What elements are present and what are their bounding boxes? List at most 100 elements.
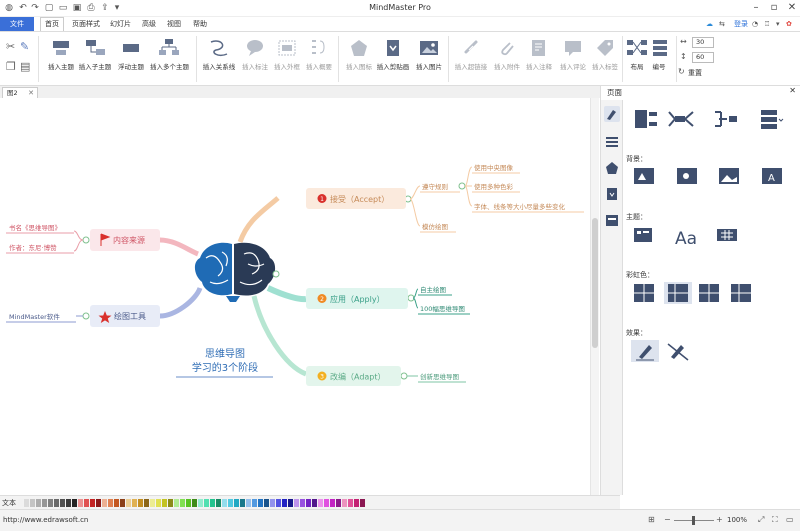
color-swatch[interactable] (306, 499, 311, 507)
color-swatch[interactable] (180, 499, 185, 507)
color-swatch[interactable] (258, 499, 263, 507)
collapse-toggle-rules[interactable] (458, 182, 466, 190)
color-swatch[interactable] (114, 499, 119, 507)
color-swatch[interactable] (84, 499, 89, 507)
numbering-button[interactable]: 编号 (640, 36, 678, 82)
presentation-icon[interactable]: ▭ (786, 515, 794, 524)
color-swatch[interactable] (90, 499, 95, 507)
panel-close-icon[interactable]: ✕ (789, 86, 796, 95)
branch-accept[interactable]: 1 接受（Accept） (306, 188, 406, 209)
color-swatch[interactable] (210, 499, 215, 507)
color-swatch[interactable] (342, 499, 347, 507)
branch-source[interactable]: 内容来源 (90, 229, 160, 251)
relationship-line-button[interactable]: 插入关系线 (200, 36, 238, 82)
close-button[interactable]: ✕ (784, 2, 800, 14)
collapse-toggle-adapt[interactable] (400, 372, 408, 380)
color-swatch[interactable] (126, 499, 131, 507)
color-swatch[interactable] (294, 499, 299, 507)
color-swatch[interactable] (54, 499, 59, 507)
color-swatch[interactable] (264, 499, 269, 507)
zoom-slider-thumb[interactable] (692, 516, 695, 525)
clipart-button[interactable]: 插入剪贴画 (374, 36, 412, 82)
topic-author[interactable]: 作者：东尼·博赞 (9, 243, 57, 252)
fit-page-icon[interactable]: ⊞ (648, 515, 655, 524)
rainbow-option-2[interactable] (664, 282, 692, 304)
color-swatch[interactable] (102, 499, 107, 507)
branch-adapt[interactable]: 3 改编（Adapt） (306, 366, 401, 386)
topic-height-spin[interactable]: 60 (692, 52, 714, 63)
theme-font-option[interactable]: Aa (675, 229, 697, 249)
color-swatch[interactable] (354, 499, 359, 507)
tab-slides[interactable]: 幻灯片 (106, 17, 135, 31)
tab-home[interactable]: 首页 (40, 17, 64, 31)
color-swatch[interactable] (24, 499, 29, 507)
background-text-option[interactable]: A (762, 168, 782, 184)
color-wheel-icon[interactable]: ✿ (786, 19, 792, 29)
color-swatch[interactable] (276, 499, 281, 507)
color-swatch[interactable] (72, 499, 77, 507)
color-swatch[interactable] (48, 499, 53, 507)
color-swatch[interactable] (30, 499, 35, 507)
topic-book-name[interactable]: 书名《思维导图》 (9, 223, 61, 232)
clipart-tab-icon[interactable] (604, 186, 620, 202)
topic-100-maps[interactable]: 100幅思维导图 (420, 304, 465, 313)
insert-subtopic-button[interactable]: 插入子主题 (76, 36, 114, 82)
color-swatch[interactable] (222, 499, 227, 507)
color-swatch[interactable] (186, 499, 191, 507)
color-swatch[interactable] (270, 499, 275, 507)
shirt-icon[interactable]: ♖ (764, 19, 770, 29)
tab-view[interactable]: 视图 (163, 17, 185, 31)
topic-self-drawing[interactable]: 自主绘图 (420, 285, 446, 294)
color-swatch[interactable] (150, 499, 155, 507)
summary-button[interactable]: 插入概要 (300, 36, 338, 82)
insert-multiple-topics-button[interactable]: 插入多个主题 (150, 36, 189, 82)
collapse-toggle-main[interactable] (272, 270, 280, 278)
color-swatch[interactable] (120, 499, 125, 507)
close-tab-icon[interactable]: ✕ (28, 88, 34, 98)
scrollbar-thumb[interactable] (592, 218, 598, 348)
color-swatch[interactable] (18, 499, 23, 507)
brush-icon[interactable]: ✎ (20, 40, 29, 53)
color-swatch[interactable] (132, 499, 137, 507)
color-swatch[interactable] (168, 499, 173, 507)
effect-none-option[interactable] (667, 343, 689, 361)
color-swatch[interactable] (156, 499, 161, 507)
floating-topic-button[interactable]: 浮动主题 (112, 36, 150, 82)
color-swatch[interactable] (174, 499, 179, 507)
color-swatch[interactable] (42, 499, 47, 507)
cloud-icon[interactable]: ☁ (706, 19, 713, 29)
website-link[interactable]: http://www.edrawsoft.cn (3, 516, 88, 524)
color-swatch[interactable] (288, 499, 293, 507)
background-color-option[interactable] (634, 168, 654, 184)
topic-innovate[interactable]: 创新思维导图 (420, 372, 459, 381)
color-swatch[interactable] (192, 499, 197, 507)
topic-width-spin[interactable]: 30 (692, 37, 714, 48)
color-swatch[interactable] (78, 499, 83, 507)
background-image-option[interactable] (677, 168, 697, 184)
layout-left-map-option[interactable] (715, 111, 737, 127)
login-link[interactable]: 登录 (734, 19, 748, 29)
vertical-scrollbar[interactable] (590, 98, 599, 495)
hyperlink-button[interactable]: 插入超链接 (452, 36, 490, 82)
color-swatch[interactable] (96, 499, 101, 507)
color-swatch[interactable] (228, 499, 233, 507)
color-swatch[interactable] (144, 499, 149, 507)
skin-icon[interactable]: ◔ (752, 19, 758, 29)
format-painter-icon[interactable]: ✂ (6, 40, 15, 53)
color-swatch[interactable] (360, 499, 365, 507)
topic-font-variation[interactable]: 字体、线条等大小尽量多些变化 (474, 202, 566, 211)
topic-multi-colors[interactable]: 使用多种色彩 (474, 182, 514, 191)
tab-advanced[interactable]: 高级 (138, 17, 160, 31)
color-swatch[interactable] (330, 499, 335, 507)
central-title-line2[interactable]: 学习的3个阶段 (192, 361, 258, 374)
topic-imitate-drawing[interactable]: 模仿绘图 (422, 222, 448, 231)
background-texture-option[interactable] (719, 168, 739, 184)
reset-icon[interactable]: ↻ (678, 67, 685, 76)
collapse-toggle-tools[interactable] (82, 312, 90, 320)
dropdown-icon[interactable]: ▾ (776, 19, 780, 29)
color-swatch[interactable] (318, 499, 323, 507)
color-swatch[interactable] (60, 499, 65, 507)
insert-topic-button[interactable]: 插入主题 (42, 36, 80, 82)
rainbow-option-3[interactable] (699, 284, 719, 302)
color-swatch[interactable] (252, 499, 257, 507)
